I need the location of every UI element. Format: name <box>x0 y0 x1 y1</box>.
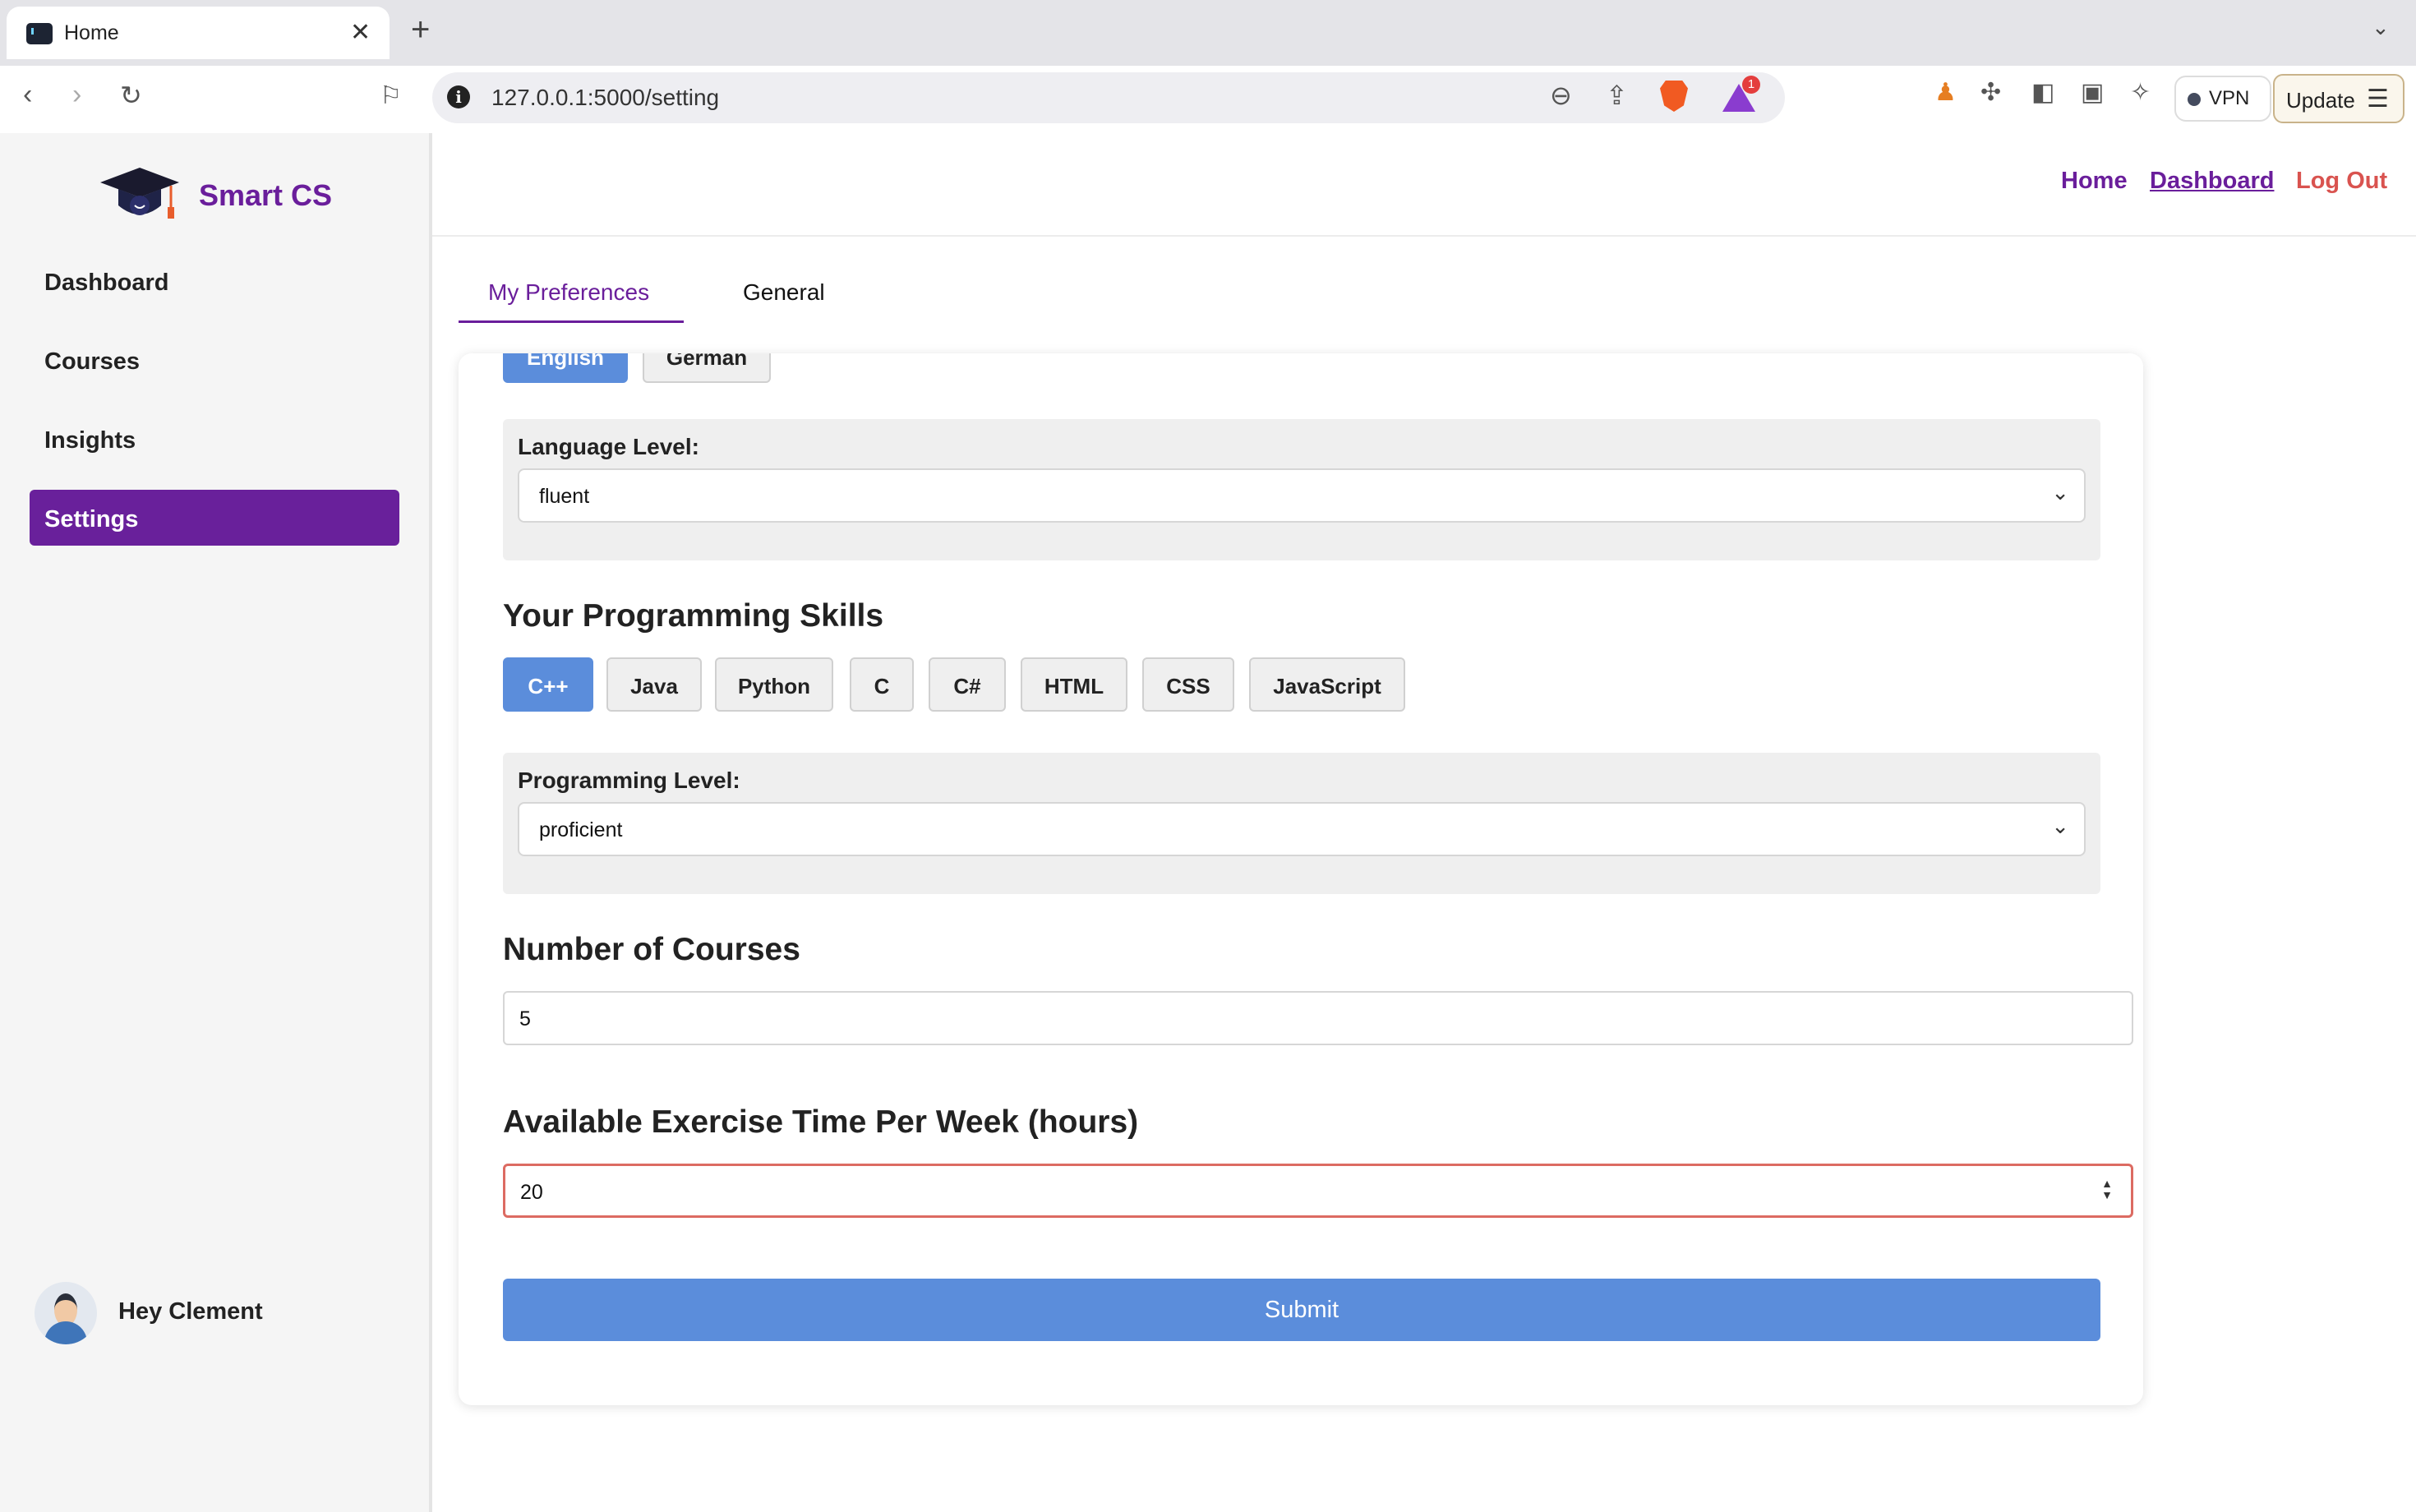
logout-link[interactable]: Log Out <box>2296 168 2387 195</box>
vpn-status-icon <box>2188 93 2201 106</box>
language-level-select[interactable]: fluent ⌄ <box>518 468 2086 523</box>
reload-icon[interactable]: ↻ <box>120 82 142 108</box>
url-text[interactable]: 127.0.0.1:5000/setting <box>491 85 719 111</box>
site-info-icon[interactable]: i <box>447 85 470 108</box>
browser-tab[interactable]: Home ✕ <box>7 7 390 59</box>
programming-level-select[interactable]: proficient ⌄ <box>518 802 2086 856</box>
number-of-courses-input[interactable]: 5 <box>503 991 2133 1045</box>
browser-toolbar: ‹ › ↻ ⚐ i 127.0.0.1:5000/setting ⊖ ⇪ 1 ♟… <box>0 66 2416 135</box>
skill-chip-css[interactable]: CSS <box>1142 657 1234 712</box>
number-stepper-icon[interactable]: ▲ ▼ <box>2101 1178 2113 1201</box>
active-tab-indicator <box>459 320 684 323</box>
sidebar-item-label: Courses <box>44 348 141 375</box>
tab-title: Home <box>64 21 119 44</box>
programming-skills-heading: Your Programming Skills <box>503 598 884 634</box>
sidebar-item-label: Insights <box>44 427 136 454</box>
brave-shields-icon[interactable] <box>1660 81 1688 112</box>
tab-general[interactable]: General <box>743 279 825 306</box>
sidebar-item-insights[interactable]: Insights <box>30 411 399 467</box>
skill-chip-python[interactable]: Python <box>715 657 833 712</box>
menu-icon: ☰ <box>2367 85 2389 113</box>
number-of-courses-heading: Number of Courses <box>503 932 800 967</box>
language-chip-english[interactable]: English <box>503 353 628 383</box>
top-nav: Home Dashboard Log Out <box>432 133 2416 237</box>
vpn-label: VPN <box>2209 87 2250 109</box>
exercise-time-value: 20 <box>520 1181 543 1204</box>
chevron-down-icon: ⌄ <box>2051 814 2069 838</box>
programming-level-group: Programming Level: proficient ⌄ <box>503 753 2100 894</box>
preferences-card: English German Language Level: fluent ⌄ … <box>459 353 2143 1405</box>
dashboard-link[interactable]: Dashboard <box>2150 168 2274 195</box>
language-chip-german[interactable]: German <box>643 353 771 383</box>
leo-ai-icon[interactable]: ✧ <box>2130 81 2151 105</box>
puzzle-icon[interactable]: ✣ <box>1980 81 2001 105</box>
exercise-time-heading: Available Exercise Time Per Week (hours) <box>503 1104 1139 1140</box>
sidebar-item-label: Settings <box>44 506 139 532</box>
avatar[interactable] <box>35 1282 97 1344</box>
user-greeting: Hey Clement <box>118 1298 263 1325</box>
terminal-icon <box>26 23 53 44</box>
language-level-group: Language Level: fluent ⌄ <box>503 419 2100 560</box>
skill-chip-javascript[interactable]: JavaScript <box>1249 657 1405 712</box>
brand-name: Smart CS <box>199 178 333 212</box>
graduation-cap-icon <box>100 168 179 219</box>
tab-my-preferences[interactable]: My Preferences <box>488 279 649 306</box>
browser-tab-bar: Home ✕ + ⌄ <box>0 0 2416 66</box>
rewards-badge: 1 <box>1742 76 1760 94</box>
home-link[interactable]: Home <box>2061 168 2128 195</box>
extension-icon[interactable]: ♟ <box>1934 81 1957 105</box>
update-label: Update <box>2286 88 2355 113</box>
forward-icon[interactable]: › <box>72 81 81 108</box>
programming-level-value: proficient <box>539 818 623 841</box>
bookmark-icon[interactable]: ⚐ <box>380 84 402 108</box>
share-icon[interactable]: ⇪ <box>1606 82 1628 108</box>
new-tab-icon[interactable]: + <box>411 13 430 46</box>
address-bar[interactable]: i 127.0.0.1:5000/setting ⊖ ⇪ 1 <box>432 72 1785 123</box>
submit-button[interactable]: Submit <box>503 1279 2100 1341</box>
back-icon[interactable]: ‹ <box>23 81 32 108</box>
skill-chip-java[interactable]: Java <box>606 657 702 712</box>
close-tab-icon[interactable]: ✕ <box>350 18 371 47</box>
skill-chip-cpp[interactable]: C++ <box>503 657 593 712</box>
language-level-value: fluent <box>539 485 590 508</box>
zoom-out-icon[interactable]: ⊖ <box>1550 82 1572 108</box>
language-level-label: Language Level: <box>518 434 699 459</box>
wallet-icon[interactable]: ▣ <box>2081 81 2104 105</box>
skill-chip-csharp[interactable]: C# <box>929 657 1006 712</box>
chevron-down-icon: ⌄ <box>2051 480 2069 505</box>
sidebar-item-settings[interactable]: Settings <box>30 490 399 546</box>
sidebar-item-courses[interactable]: Courses <box>30 332 399 388</box>
sidebar-toggle-icon[interactable]: ◧ <box>2031 81 2054 105</box>
programming-level-label: Programming Level: <box>518 768 740 793</box>
chevron-down-icon[interactable]: ⌄ <box>2372 15 2390 40</box>
avatar-body <box>44 1321 87 1344</box>
skill-chip-html[interactable]: HTML <box>1021 657 1127 712</box>
update-button[interactable]: Update ☰ <box>2273 74 2404 123</box>
number-of-courses-value: 5 <box>519 1007 531 1030</box>
sidebar-item-dashboard[interactable]: Dashboard <box>30 253 399 309</box>
skill-chip-c[interactable]: C <box>850 657 914 712</box>
exercise-time-input[interactable]: 20 ▲ ▼ <box>503 1164 2133 1218</box>
sidebar-item-label: Dashboard <box>44 270 169 296</box>
vpn-button[interactable]: VPN <box>2174 76 2271 122</box>
